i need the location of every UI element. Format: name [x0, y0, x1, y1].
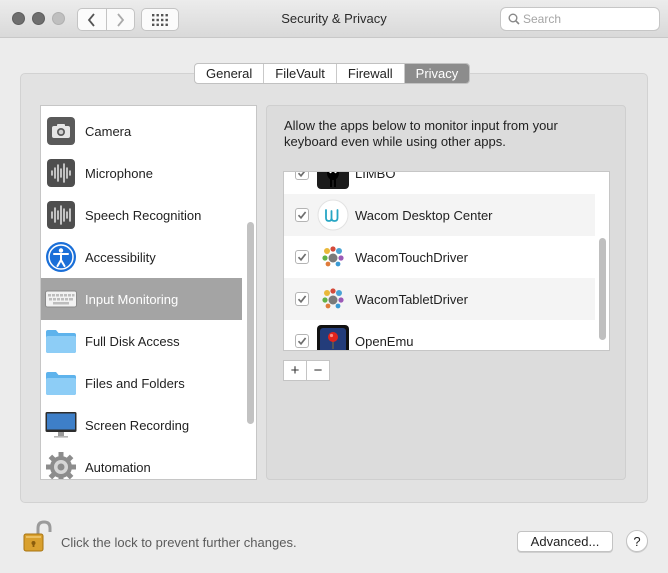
- checkmark-icon: [297, 211, 307, 220]
- sidebar-item-screen-recording[interactable]: Screen Recording: [41, 404, 242, 446]
- tab-firewall[interactable]: Firewall: [335, 64, 404, 83]
- tab-general[interactable]: General: [195, 64, 263, 83]
- search-icon: [508, 13, 520, 25]
- privacy-category-list[interactable]: Camera Microphone Speech Recognition Acc…: [40, 105, 257, 480]
- app-name: LIMBO: [355, 171, 396, 181]
- app-checkbox[interactable]: [295, 208, 309, 222]
- app-name: WacomTouchDriver: [355, 249, 468, 265]
- lock-status-text: Click the lock to prevent further change…: [61, 535, 297, 550]
- app-name: WacomTabletDriver: [355, 291, 468, 307]
- sidebar-item-label: Full Disk Access: [85, 333, 180, 349]
- microphone-icon: [45, 157, 77, 189]
- speech-recognition-icon: [45, 199, 77, 231]
- unlocked-padlock-icon: [23, 520, 52, 552]
- sidebar-item-full-disk-access[interactable]: Full Disk Access: [41, 320, 242, 362]
- app-row-wacomtabletdriver[interactable]: WacomTabletDriver: [284, 278, 595, 320]
- wacom-driver-icon: [317, 283, 349, 315]
- tab-filevault[interactable]: FileVault: [263, 64, 336, 83]
- sidebar-item-label: Speech Recognition: [85, 207, 202, 223]
- limbo-app-icon: [317, 172, 349, 189]
- sidebar-item-files-and-folders[interactable]: Files and Folders: [41, 362, 242, 404]
- app-name: Wacom Desktop Center: [355, 207, 493, 223]
- sidebar-item-label: Automation: [85, 459, 151, 475]
- wacom-driver-icon: [317, 241, 349, 273]
- sidebar-item-label: Camera: [85, 123, 132, 139]
- camera-icon: [45, 115, 77, 147]
- app-row-wacomtouchdriver[interactable]: WacomTouchDriver: [284, 236, 595, 278]
- sidebar-item-microphone[interactable]: Microphone: [41, 152, 242, 194]
- search-input[interactable]: [523, 11, 653, 27]
- help-button[interactable]: ?: [626, 530, 648, 552]
- checkmark-icon: [297, 295, 307, 304]
- sidebar-scrollbar[interactable]: [247, 222, 254, 424]
- sidebar-item-speech-recognition[interactable]: Speech Recognition: [41, 194, 242, 236]
- tab-privacy[interactable]: Privacy: [403, 64, 470, 83]
- panel-description: Allow the apps below to monitor input fr…: [284, 118, 558, 149]
- app-name: OpenEmu: [355, 333, 414, 349]
- app-list[interactable]: LIMBO Wacom Desktop Center WacomTouchDri…: [283, 171, 610, 351]
- sidebar-item-automation[interactable]: Automation: [41, 446, 242, 479]
- tab-bar: General FileVault Firewall Privacy: [194, 63, 471, 84]
- openemu-app-icon: [317, 325, 349, 350]
- sidebar-item-label: Screen Recording: [85, 417, 190, 433]
- lock-button[interactable]: [20, 519, 52, 553]
- gear-icon: [45, 451, 77, 479]
- sidebar-item-accessibility[interactable]: Accessibility: [41, 236, 242, 278]
- checkmark-icon: [297, 172, 306, 178]
- checkmark-icon: [297, 337, 307, 346]
- folder-icon: [45, 325, 77, 357]
- app-row-wacom-desktop-center[interactable]: Wacom Desktop Center: [284, 194, 595, 236]
- app-checkbox[interactable]: [295, 172, 309, 180]
- sidebar-item-label: Microphone: [85, 165, 153, 181]
- sidebar-item-label: Accessibility: [85, 249, 156, 265]
- advanced-button[interactable]: Advanced...: [517, 531, 613, 552]
- sidebar-item-camera[interactable]: Camera: [41, 110, 242, 152]
- app-checkbox[interactable]: [295, 292, 309, 306]
- sidebar-item-input-monitoring[interactable]: Input Monitoring: [41, 278, 242, 320]
- app-checkbox[interactable]: [295, 250, 309, 264]
- wacom-app-icon: [317, 199, 349, 231]
- search-field[interactable]: [500, 7, 660, 31]
- keyboard-icon: [45, 283, 77, 315]
- title-bar: Security & Privacy: [0, 0, 668, 38]
- remove-app-button[interactable]: −: [306, 361, 329, 380]
- add-app-button[interactable]: +: [284, 361, 306, 380]
- display-icon: [45, 409, 77, 441]
- folder-icon: [45, 367, 77, 399]
- accessibility-icon: [45, 241, 77, 273]
- app-checkbox[interactable]: [295, 334, 309, 348]
- app-row-openemu[interactable]: OpenEmu: [284, 320, 595, 350]
- checkmark-icon: [297, 253, 307, 262]
- app-row-limbo[interactable]: LIMBO: [284, 171, 595, 194]
- sidebar-item-label: Files and Folders: [85, 375, 185, 391]
- sidebar-item-label: Input Monitoring: [85, 291, 179, 307]
- app-list-scrollbar[interactable]: [599, 238, 606, 340]
- add-remove-control: + −: [283, 360, 330, 381]
